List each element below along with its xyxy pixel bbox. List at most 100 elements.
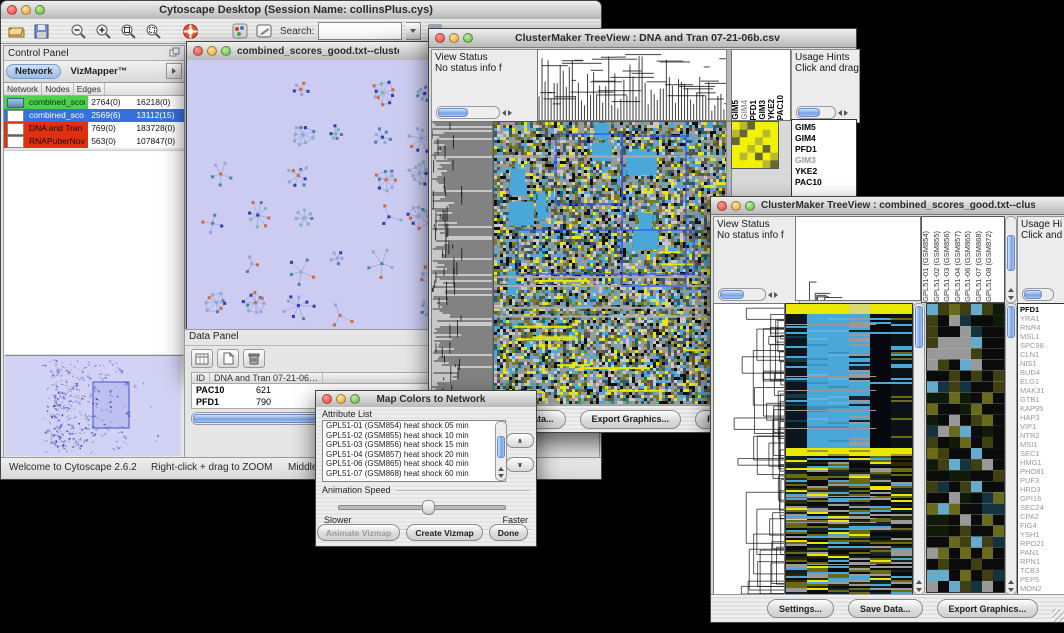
tv2-gene-label[interactable]: NIS1 [1020, 359, 1064, 368]
search-dropdown-button[interactable] [406, 22, 421, 40]
tv2-gene-label[interactable]: RPO21 [1020, 539, 1064, 548]
network-tree-column[interactable]: Nodes [42, 83, 74, 95]
tv2-gene-label[interactable]: CPA2 [1020, 512, 1064, 521]
treeview1-titlebar[interactable]: ClusterMaker TreeView : DNA and Tran 07-… [429, 29, 856, 48]
tv2-gene-label[interactable]: FIG4 [1020, 521, 1064, 530]
zoom-in-icon[interactable] [94, 22, 113, 41]
close-button[interactable] [193, 46, 203, 56]
tv2-gene-label[interactable]: NTR2 [1020, 431, 1064, 440]
tv2-gene-label[interactable]: RNR4 [1020, 323, 1064, 332]
tv1-row-dendrogram[interactable] [431, 121, 493, 406]
dialog-action-button[interactable]: Done [489, 524, 528, 541]
delete-attribute-icon[interactable] [243, 349, 265, 368]
tv1-gene-label[interactable]: PAC10 [795, 177, 856, 188]
tv1-gene-label[interactable]: PFD1 [795, 144, 856, 155]
tv2-gene-label[interactable]: MSI1 [1020, 440, 1064, 449]
tv2-gene-label[interactable]: CLN1 [1020, 350, 1064, 359]
zoom-button[interactable] [221, 46, 231, 56]
network-view-canvas[interactable] [187, 60, 437, 368]
tv1-gene-label[interactable]: GIM4 [795, 133, 856, 144]
treeview2-titlebar[interactable]: ClusterMaker TreeView : combined_scores_… [711, 197, 1064, 215]
minimize-button[interactable] [731, 201, 741, 211]
tv2-gene-label[interactable]: SEC1 [1020, 449, 1064, 458]
vizmapper-icon[interactable] [230, 22, 249, 41]
tv1-gene-label[interactable]: GIM3 [795, 155, 856, 166]
tv1-column-dendrogram[interactable] [537, 49, 727, 121]
move-attribute-down-button[interactable]: ∨ [506, 457, 534, 472]
scroll-right-icon[interactable] [774, 292, 778, 298]
zoom-selected-icon[interactable] [144, 22, 163, 41]
tv2-column-label[interactable]: GPL51-06 (GSM865) [964, 231, 975, 302]
minimize-button[interactable] [336, 394, 346, 404]
tv2-gene-label[interactable]: PAN1 [1020, 548, 1064, 557]
network-tree-row[interactable]: RNAPuberNov2+ 563(0) 107847(0) [4, 135, 184, 148]
open-folder-icon[interactable] [7, 22, 26, 41]
tv2-action-button[interactable]: Export Graphics... [937, 599, 1039, 618]
tv2-gene-label[interactable]: PFD1 [1020, 305, 1064, 314]
close-button[interactable] [435, 33, 445, 43]
zoom-button[interactable] [350, 394, 360, 404]
tv1-gene-label[interactable]: YKE2 [795, 166, 856, 177]
resize-grip[interactable] [1052, 609, 1064, 622]
tv2-gene-label[interactable]: ELG1 [1020, 377, 1064, 386]
tv2-gene-label[interactable]: BUD4 [1020, 368, 1064, 377]
tv1-zoom-heatmap[interactable] [731, 121, 779, 169]
float-panel-icon[interactable] [169, 47, 180, 60]
tv2-column-label[interactable]: GPL51-08 (GSM872) [985, 231, 996, 302]
animation-speed-slider[interactable] [338, 505, 506, 510]
close-button[interactable] [717, 201, 727, 211]
tv2-gene-label[interactable]: HAP3 [1020, 413, 1064, 422]
tv2-gene-label[interactable]: PEP5 [1020, 575, 1064, 584]
minimize-button[interactable] [449, 33, 459, 43]
tv2-gene-label[interactable]: PHO81 [1020, 467, 1064, 476]
scroll-left-icon[interactable] [838, 110, 842, 116]
network-view-titlebar[interactable]: combined_scores_good.txt--cluste... [187, 42, 439, 61]
attribute-list-item[interactable]: GPL51-02 (GSM855) heat shock 10 min [326, 431, 505, 441]
network-tree-row[interactable]: combined_scores 2764(0) 16218(0) [4, 96, 184, 109]
scroll-left-icon[interactable] [502, 110, 506, 116]
dialog-action-button[interactable]: Create Vizmap [406, 524, 482, 541]
tv2-status-scrollbar[interactable] [718, 288, 766, 301]
minimize-button[interactable] [21, 5, 31, 15]
annotation-icon[interactable] [255, 22, 274, 41]
select-attributes-icon[interactable] [191, 349, 213, 368]
tv2-column-label[interactable]: GPL51-03 (GSM856) [943, 231, 954, 302]
tv2-gene-label[interactable]: RPN1 [1020, 557, 1064, 566]
network-tree-column[interactable]: Edges [74, 83, 105, 95]
tv2-gene-label[interactable]: MON2 [1020, 584, 1064, 593]
tv2-gene-label[interactable]: SPC98 [1020, 341, 1064, 350]
tv2-gene-label[interactable]: GPI16 [1020, 494, 1064, 503]
tv2-gene-label[interactable]: VIP1 [1020, 422, 1064, 431]
tv2-gene-label[interactable]: HRD3 [1020, 485, 1064, 494]
tv2-genelist-scrollbar[interactable] [1005, 303, 1017, 595]
tv2-zoom-heatmap[interactable] [926, 303, 1005, 593]
tv2-gene-label[interactable]: MAK31 [1020, 386, 1064, 395]
main-titlebar[interactable]: Cytoscape Desktop (Session Name: collins… [1, 1, 601, 20]
tv1-global-heatmap[interactable] [493, 121, 728, 406]
new-attribute-icon[interactable] [217, 349, 239, 368]
network-tree-column[interactable]: Network [4, 83, 42, 95]
tv2-gene-label[interactable]: KAP95 [1020, 404, 1064, 413]
tv2-column-dendrogram[interactable] [795, 216, 921, 301]
tv1-status-scrollbar[interactable] [436, 106, 500, 119]
tv1-gene-label[interactable]: GIM5 [795, 122, 856, 133]
control-panel-tab[interactable]: Network [6, 64, 61, 79]
tab-overflow-button[interactable] [166, 63, 182, 79]
tv1-column-label[interactable]: PAC10 [777, 95, 786, 120]
attribute-list-item[interactable]: GPL51-01 (GSM854) heat shock 05 min [326, 421, 505, 431]
save-icon[interactable] [32, 22, 51, 41]
tv2-labels-scrollbar[interactable] [1005, 216, 1017, 303]
tv2-gene-label[interactable]: YSH1 [1020, 530, 1064, 539]
tv2-action-button[interactable]: Save Data... [848, 599, 923, 618]
tv2-global-heatmap[interactable] [785, 303, 913, 595]
close-button[interactable] [322, 394, 332, 404]
move-attribute-up-button[interactable]: ∧ [506, 433, 534, 448]
attribute-list-item[interactable]: GPL51-03 (GSM856) heat shock 15 min [326, 440, 505, 450]
tv2-gene-label[interactable]: YRA1 [1020, 314, 1064, 323]
zoom-out-icon[interactable] [69, 22, 88, 41]
tv2-row-dendrogram[interactable] [713, 303, 785, 595]
attribute-list-item[interactable]: GPL51-06 (GSM865) heat shock 40 min [326, 459, 505, 469]
tv1-hints-scrollbar[interactable] [796, 106, 836, 119]
scroll-left-icon[interactable] [768, 292, 772, 298]
scroll-right-icon[interactable] [508, 110, 512, 116]
